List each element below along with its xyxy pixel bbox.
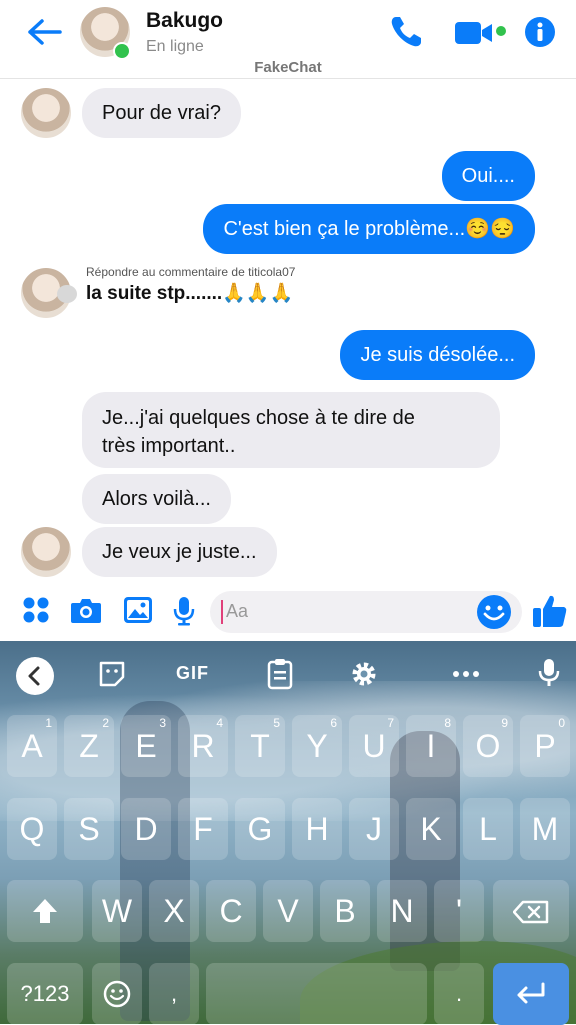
message-bubble-outgoing[interactable]: Oui.... (441, 151, 535, 201)
key-b[interactable]: B (320, 880, 370, 942)
key-i[interactable]: I8 (406, 715, 456, 777)
key-g[interactable]: G (235, 798, 285, 860)
message-bubble-incoming[interactable]: Je veux je juste... (82, 527, 277, 577)
key-r[interactable]: R4 (178, 715, 228, 777)
key-f[interactable]: F (178, 798, 228, 860)
key-y[interactable]: Y6 (292, 715, 342, 777)
back-arrow-icon[interactable] (26, 18, 62, 46)
space-key[interactable] (206, 963, 427, 1025)
key-h[interactable]: H (292, 798, 342, 860)
key-q[interactable]: Q (7, 798, 57, 860)
key-d[interactable]: D (121, 798, 171, 860)
key-x[interactable]: X (149, 880, 199, 942)
key-a[interactable]: A1 (7, 715, 57, 777)
contact-avatar-small (21, 88, 71, 138)
more-icon[interactable] (452, 670, 480, 678)
keyboard-mic-icon[interactable] (538, 658, 560, 688)
message-bubble-incoming[interactable]: Alors voilà... (82, 474, 231, 524)
presence-status: En ligne (146, 38, 204, 55)
key-o[interactable]: O9 (463, 715, 513, 777)
period-key[interactable]: . (434, 963, 484, 1025)
key-s[interactable]: S (64, 798, 114, 860)
camera-icon[interactable] (70, 596, 102, 624)
thumbs-up-icon[interactable] (532, 593, 568, 629)
key-n[interactable]: N (377, 880, 427, 942)
key-m[interactable]: M (520, 798, 570, 860)
key-apostrophe[interactable]: ' (434, 880, 484, 942)
key-v[interactable]: V (263, 880, 313, 942)
online-indicator (113, 42, 131, 60)
key-e[interactable]: E3 (121, 715, 171, 777)
message-bubble-incoming[interactable]: Je...j'ai quelques chose à te dire de tr… (82, 392, 500, 468)
emoji-key[interactable] (92, 963, 142, 1025)
reply-comment-text: la suite stp.......🙏🙏🙏 (86, 283, 294, 304)
shift-key[interactable] (7, 880, 83, 942)
text-cursor (221, 600, 223, 624)
contact-name[interactable]: Bakugo (146, 9, 223, 33)
gear-icon[interactable] (350, 660, 378, 688)
message-input-placeholder: Aa (226, 601, 249, 621)
info-icon[interactable] (524, 16, 556, 48)
gif-button[interactable]: GIF (176, 663, 209, 684)
clipboard-icon[interactable] (267, 658, 293, 690)
video-online-dot (496, 26, 506, 36)
video-call-icon[interactable] (454, 20, 498, 46)
shift-arrow-icon (33, 899, 57, 923)
chat-header: Bakugo En ligne FakeChat (0, 0, 576, 79)
sticker-icon[interactable] (98, 660, 126, 688)
chevron-left-icon[interactable] (15, 656, 55, 696)
symbols-key[interactable]: ?123 (7, 963, 83, 1025)
enter-key[interactable] (493, 963, 569, 1025)
message-bubble-incoming[interactable]: Pour de vrai? (82, 88, 241, 138)
gallery-icon[interactable] (123, 596, 153, 624)
key-u[interactable]: U7 (349, 715, 399, 777)
message-bubble-outgoing[interactable]: C'est bien ça le problème...☺️😔 (203, 204, 535, 254)
apps-grid-icon[interactable] (22, 596, 50, 624)
message-line: très important.. (102, 435, 236, 457)
key-c[interactable]: C (206, 880, 256, 942)
backspace-icon (513, 900, 549, 924)
message-bubble-outgoing[interactable]: Je suis désolée... (340, 330, 535, 380)
key-l[interactable]: L (463, 798, 513, 860)
comma-key[interactable]: , (149, 963, 199, 1025)
phone-icon[interactable] (388, 14, 424, 50)
message-line: Je...j'ai quelques chose à te dire de (102, 407, 415, 429)
app-watermark: FakeChat (254, 59, 322, 76)
key-p[interactable]: P0 (520, 715, 570, 777)
reply-to-comment-label: Répondre au commentaire de titicola07 (86, 265, 296, 279)
emoji-icon[interactable] (476, 594, 512, 630)
key-j[interactable]: J (349, 798, 399, 860)
contact-avatar-small (21, 527, 71, 577)
commenter-avatar-icon (57, 285, 77, 303)
key-z[interactable]: Z2 (64, 715, 114, 777)
microphone-icon[interactable] (173, 596, 195, 626)
emoji-key-icon (103, 980, 131, 1008)
enter-arrow-icon (517, 982, 545, 1004)
key-w[interactable]: W (92, 880, 142, 942)
backspace-key[interactable] (493, 880, 569, 942)
key-k[interactable]: K (406, 798, 456, 860)
key-t[interactable]: T5 (235, 715, 285, 777)
